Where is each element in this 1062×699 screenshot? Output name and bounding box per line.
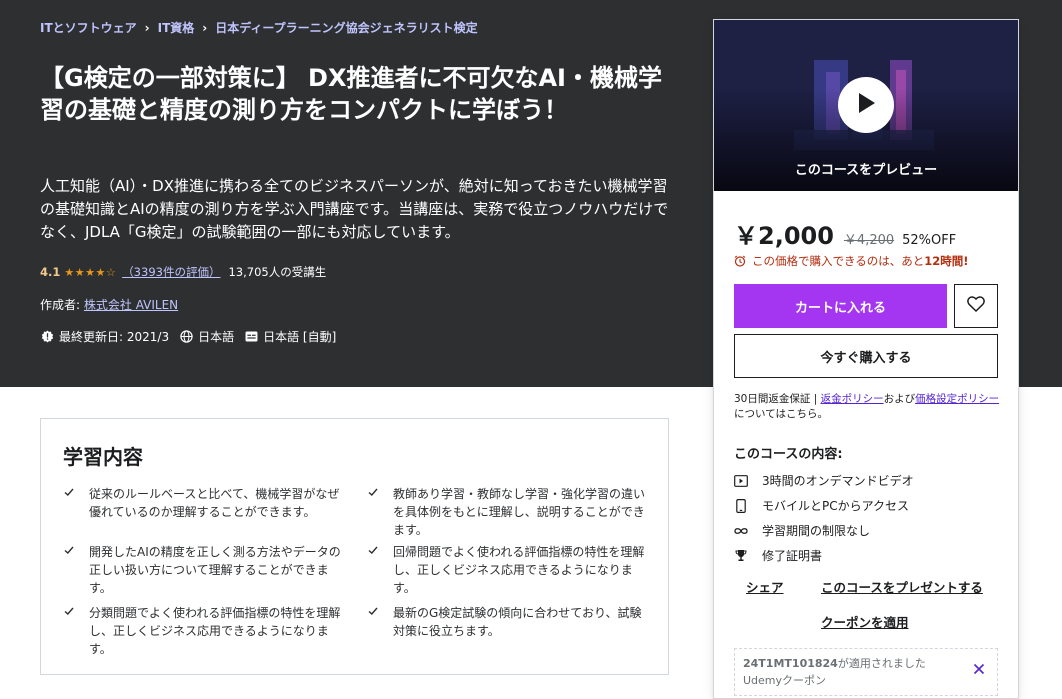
- author-link[interactable]: 株式会社 AVILEN: [84, 298, 178, 312]
- course-title: 【G検定の一部対策に】 DX推進者に不可欠なAI・機械学習の基礎と精度の測り方を…: [40, 64, 662, 124]
- heart-icon: [967, 296, 985, 316]
- learn-item: 分類問題でよく使われる評価指標の特性を理解し、正しくビジネス応用できるようになり…: [63, 604, 348, 658]
- includes-title: このコースの内容:: [734, 447, 843, 462]
- course-subtitle: 人工知能（AI）・DX推進に携わる全てのビジネスパーソンが、絶対に知っておきたい…: [40, 177, 669, 241]
- globe-icon: [179, 330, 193, 344]
- closed-captions-icon: [244, 330, 258, 344]
- student-count: 13,705人の受講生: [228, 265, 327, 279]
- learn-item: 回帰問題でよく使われる評価指標の特性を理解し、正しくビジネス応用できるようになり…: [367, 543, 652, 597]
- include-video-text: 3時間のオンデマンドビデオ: [762, 474, 914, 488]
- coupon-type: Udemyクーポン: [743, 674, 827, 687]
- author-label: 作成者:: [40, 298, 81, 312]
- refund-policy-link[interactable]: 返金ポリシー: [821, 393, 884, 405]
- last-updated: 最終更新日: 2021/3: [40, 328, 169, 345]
- preview-label: このコースをプレビュー: [794, 163, 938, 178]
- rating-row: 4.1 ★★★★☆ （3393件の評価） 13,705人の受講生: [40, 264, 326, 280]
- star-rating-icon: ★★★★☆: [64, 265, 117, 279]
- include-lifetime-text: 学習期間の制限なし: [762, 524, 871, 538]
- chevron-right-icon: ›: [144, 20, 150, 35]
- chevron-right-icon: ›: [202, 20, 208, 35]
- captions-text: 日本語 [自動]: [263, 330, 337, 344]
- remove-coupon-button[interactable]: [971, 661, 987, 677]
- learn-item: 開発したAIの精度を正しく測る方法やデータの正しい扱い方について理解することがで…: [63, 543, 348, 597]
- include-certificate-text: 修了証明書: [762, 549, 823, 563]
- play-icon: [855, 91, 877, 119]
- course-preview[interactable]: このコースをプレビュー: [714, 20, 1018, 191]
- close-icon: [973, 660, 985, 679]
- coupon-code-line: 24T1MT101824が適用されました: [743, 655, 926, 671]
- mobile-icon: [734, 498, 748, 513]
- learn-item: 従来のルールベースと比べて、機械学習がなぜ優れているのか理解することができます。: [63, 485, 348, 521]
- buy-now-button[interactable]: 今すぐ購入する: [734, 334, 998, 378]
- include-certificate: 修了証明書: [734, 547, 822, 564]
- check-icon: [63, 485, 77, 521]
- trophy-icon: [734, 549, 748, 563]
- include-video: 3時間のオンデマンドビデオ: [734, 472, 914, 489]
- infinity-icon: [734, 524, 748, 538]
- what-you-will-learn: 学習内容 従来のルールベースと比べて、機械学習がなぜ優れているのか理解することが…: [40, 418, 669, 675]
- applied-coupon: 24T1MT101824が適用されました Udemyクーポン: [734, 648, 998, 696]
- language-text: 日本語: [198, 330, 235, 344]
- purchase-sidebar: このコースをプレビュー ￥2,000 ￥4,200 52%OFF この価格で購入…: [713, 19, 1019, 699]
- discount-percent: 52%OFF: [902, 233, 957, 248]
- pricing-policy-link[interactable]: 価格設定ポリシー: [915, 393, 999, 405]
- language: 日本語: [179, 328, 234, 345]
- learn-item: 最新のG検定試験の傾向に合わせており、試験対策に役立ちます。: [367, 604, 652, 640]
- current-price: ￥2,000: [734, 222, 834, 250]
- play-button[interactable]: [838, 77, 894, 133]
- breadcrumb-item-it-software[interactable]: ITとソフトウェア: [40, 19, 137, 36]
- check-icon: [367, 543, 381, 597]
- coupon-code: 24T1MT101824: [743, 657, 838, 670]
- alert-badge-icon: [40, 330, 54, 344]
- apply-coupon-link[interactable]: クーポンを適用: [821, 612, 909, 631]
- guarantee-text: 30日間返金保証 | 返金ポリシーおよび価格設定ポリシーについてはこちら。: [734, 392, 1004, 422]
- captions: 日本語 [自動]: [244, 328, 336, 345]
- original-price: ￥4,200: [843, 233, 895, 248]
- learn-title: 学習内容: [63, 445, 143, 469]
- last-updated-text: 最終更新日: 2021/3: [59, 330, 170, 344]
- author-row: 作成者: 株式会社 AVILEN: [40, 296, 178, 313]
- video-icon: [734, 474, 748, 488]
- guarantee-prefix: 30日間返金保証 |: [734, 393, 821, 405]
- gift-course-link[interactable]: このコースをプレゼントする: [821, 577, 983, 596]
- sale-timer: この価格で購入できるのは、あと 12時間!: [734, 253, 969, 269]
- wishlist-button[interactable]: [954, 284, 998, 328]
- learn-item-text: 従来のルールベースと比べて、機械学習がなぜ優れているのか理解することができます。: [89, 487, 340, 519]
- timer-hours: 12時間!: [924, 254, 969, 268]
- breadcrumb: ITとソフトウェア › IT資格 › 日本ディープラーニング協会ジェネラリスト検…: [40, 19, 478, 36]
- add-to-cart-button[interactable]: カートに入れる: [734, 284, 947, 328]
- check-icon: [63, 543, 77, 597]
- learn-item-text: 分類問題でよく使われる評価指標の特性を理解し、正しくビジネス応用できるようになり…: [89, 606, 341, 656]
- include-lifetime: 学習期間の制限なし: [734, 522, 870, 539]
- rating-value: 4.1: [40, 265, 61, 279]
- include-mobile-text: モバイルとPCからアクセス: [762, 499, 910, 513]
- include-mobile: モバイルとPCからアクセス: [734, 497, 909, 514]
- learn-item-text: 開発したAIの精度を正しく測る方法やデータの正しい扱い方について理解することがで…: [89, 545, 341, 595]
- guarantee-and: および: [883, 393, 916, 405]
- price-row: ￥2,000 ￥4,200 52%OFF: [734, 216, 956, 251]
- check-icon: [63, 604, 77, 658]
- learn-item-text: 最新のG検定試験の傾向に合わせており、試験対策に役立ちます。: [393, 606, 642, 638]
- course-meta: 最終更新日: 2021/3 日本語 日本語 [自動]: [40, 328, 346, 345]
- check-icon: [367, 485, 381, 539]
- alarm-clock-icon: [734, 255, 746, 267]
- share-link[interactable]: シェア: [746, 577, 784, 596]
- breadcrumb-item-jdla-generalist[interactable]: 日本ディープラーニング協会ジェネラリスト検定: [215, 19, 477, 36]
- coupon-applied-text: が適用されました: [837, 657, 926, 670]
- guarantee-suffix: についてはこちら。: [734, 408, 828, 420]
- learn-item: 教師あり学習・教師なし学習・強化学習の違いを具体例をもとに理解し、説明することが…: [367, 485, 652, 539]
- rating-count-link[interactable]: （3393件の評価）: [122, 264, 220, 280]
- breadcrumb-item-it-certification[interactable]: IT資格: [158, 19, 195, 36]
- learn-item-text: 教師あり学習・教師なし学習・強化学習の違いを具体例をもとに理解し、説明することが…: [393, 487, 646, 537]
- timer-text: この価格で購入できるのは、あと: [752, 254, 925, 268]
- check-icon: [367, 604, 381, 640]
- learn-item-text: 回帰問題でよく使われる評価指標の特性を理解し、正しくビジネス応用できるようになり…: [393, 545, 645, 595]
